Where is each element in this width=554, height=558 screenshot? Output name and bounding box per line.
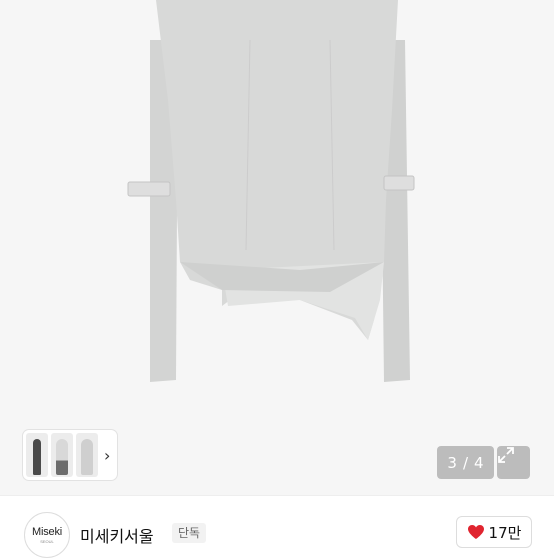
thumbnail-2[interactable]: [51, 433, 73, 477]
product-image[interactable]: › 3 / 4: [0, 0, 554, 495]
thumbnail-1[interactable]: [26, 433, 48, 477]
heart-icon: [467, 525, 484, 539]
brand-name[interactable]: 미세키서울: [80, 523, 154, 547]
like-button[interactable]: 17만: [456, 516, 532, 548]
thumbnail-strip[interactable]: ›: [23, 430, 117, 480]
pager-separator: /: [462, 453, 469, 472]
expand-button[interactable]: [497, 446, 530, 479]
brand-bar: Miseki SEOUL 미세키서울 단독 17만: [0, 496, 554, 558]
expand-arrows-icon: [498, 447, 514, 463]
brand-logo-text: Miseki: [32, 526, 62, 538]
like-count: 17만: [488, 523, 522, 542]
image-pager: 3 / 4: [437, 446, 494, 479]
pager-total: 4: [474, 453, 484, 472]
pager-current: 3: [447, 453, 457, 472]
chevron-right-icon[interactable]: ›: [104, 446, 110, 465]
garment-illustration: [0, 0, 554, 495]
brand-logo[interactable]: Miseki SEOUL: [24, 512, 70, 558]
brand-logo-subtext: SEOUL: [40, 539, 54, 544]
thumbnail-3[interactable]: [76, 433, 98, 477]
exclusive-badge: 단독: [172, 523, 207, 543]
